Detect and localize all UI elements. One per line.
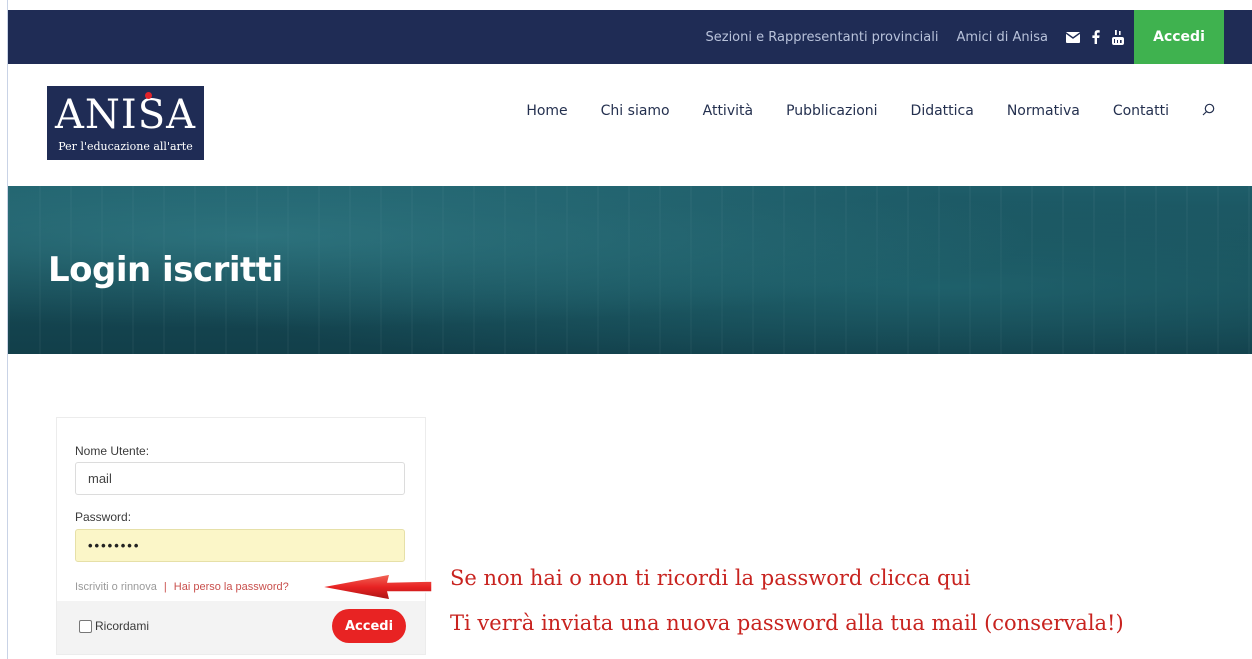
lost-password-link[interactable]: Hai perso la password? <box>174 581 289 593</box>
remember-checkbox[interactable]: Ricordami <box>79 619 149 633</box>
link-separator: | <box>163 581 167 593</box>
logo-wordmark: ANISA <box>55 92 196 138</box>
youtube-icon[interactable] <box>1112 29 1124 45</box>
username-label: Nome Utente: <box>75 444 150 458</box>
sections-link[interactable]: Sezioni e Rappresentanti provinciali <box>706 30 939 45</box>
nav-item-home[interactable]: Home <box>526 103 567 119</box>
form-links: Iscriviti o rinnova | Hai perso la passwor… <box>75 581 289 593</box>
nav-item-didattica[interactable]: Didattica <box>911 103 974 119</box>
friends-link[interactable]: Amici di Anisa <box>956 30 1048 45</box>
nav-item-chi-siamo[interactable]: Chi siamo <box>601 103 670 119</box>
top-login-button[interactable]: Accedi <box>1134 10 1224 64</box>
search-icon[interactable] <box>1202 103 1215 120</box>
submit-button[interactable]: Accedi <box>332 609 406 643</box>
annotation-line-2: Ti verrà inviata una nuova password alla… <box>450 611 1124 635</box>
username-field[interactable] <box>75 462 405 495</box>
login-form: Nome Utente: Password: Iscriviti o rinno… <box>56 417 426 655</box>
site-logo[interactable]: ANISA Per l'educazione all'arte <box>47 86 204 160</box>
top-links: Sezioni e Rappresentanti provinciali Ami… <box>706 10 1124 64</box>
annotation-line-1: Se non hai o non ti ricordi la password … <box>450 566 971 590</box>
nav-item-pubblicazioni[interactable]: Pubblicazioni <box>786 103 877 119</box>
logo-tagline: Per l'educazione all'arte <box>58 140 193 153</box>
facebook-icon[interactable] <box>1092 30 1100 44</box>
nav-item-normativa[interactable]: Normativa <box>1007 103 1080 119</box>
nav-item-contatti[interactable]: Contatti <box>1113 103 1169 119</box>
mail-icon[interactable] <box>1066 31 1080 43</box>
nav-item-attivita[interactable]: Attività <box>703 103 753 119</box>
password-label: Password: <box>75 510 132 524</box>
main-nav: Home Chi siamo Attività Pubblicazioni Di… <box>526 99 1215 123</box>
checkbox-box[interactable] <box>79 619 92 633</box>
logo-dot <box>145 92 152 99</box>
top-bar: Sezioni e Rappresentanti provinciali Ami… <box>8 10 1252 64</box>
password-field[interactable] <box>75 529 405 562</box>
remember-label: Ricordami <box>95 619 150 633</box>
page-title: Login iscritti <box>48 250 283 290</box>
social-icons <box>1066 29 1124 45</box>
register-link[interactable]: Iscriviti o rinnova <box>75 581 157 593</box>
annotation-arrow <box>319 573 433 601</box>
